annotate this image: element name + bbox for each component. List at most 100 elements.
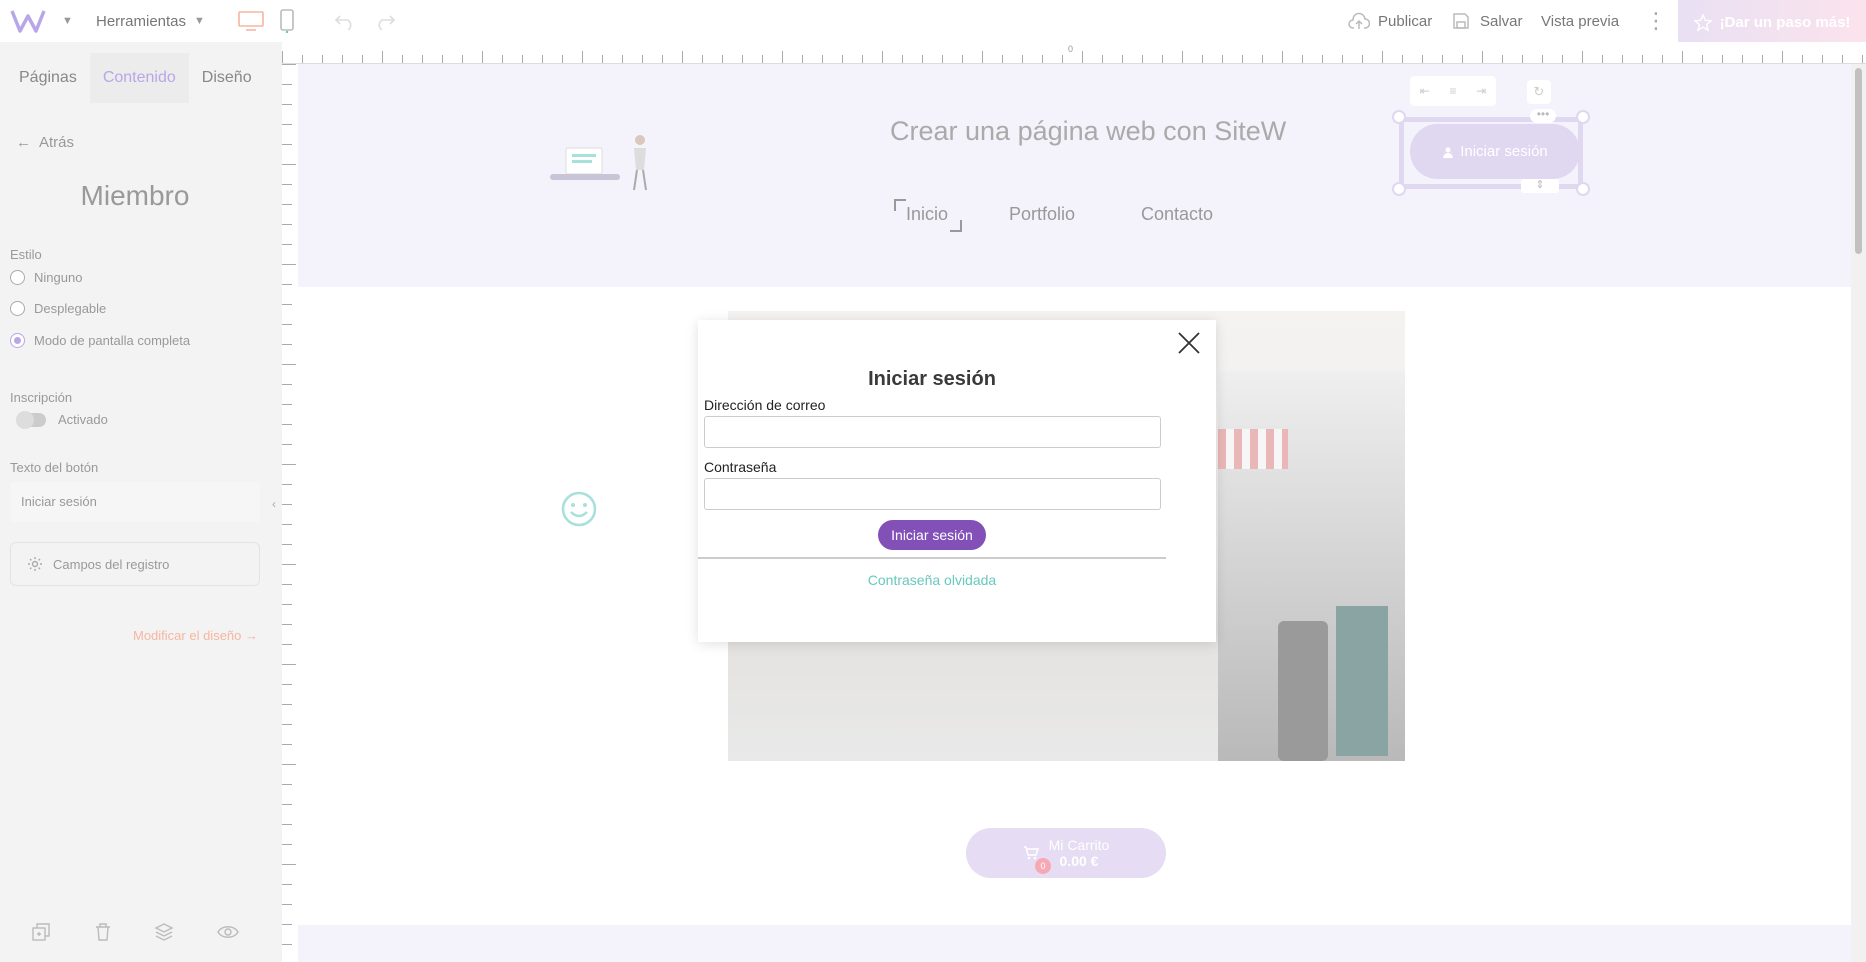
collapse-panel-icon[interactable]: ‹ (272, 497, 276, 511)
ruler-tick (1622, 55, 1623, 63)
forgot-password-link[interactable]: Contraseña olvidada (698, 572, 1166, 588)
ruler-tick (282, 844, 292, 845)
ruler-tick (282, 164, 296, 165)
ruler-tick (282, 864, 296, 865)
style-option-fullscreen[interactable]: Modo de pantalla completa (10, 333, 190, 348)
sitew-logo[interactable] (10, 8, 50, 34)
back-label: Atrás (39, 134, 75, 151)
ruler-tick (702, 55, 703, 63)
signup-toggle[interactable]: Activado (16, 410, 108, 429)
ruler-tick (302, 55, 303, 63)
ruler-tick (1362, 55, 1363, 63)
ruler-tick (282, 424, 292, 425)
register-fields-button[interactable]: Campos del registro (10, 542, 260, 586)
login-submit-button[interactable]: Iniciar sesión (878, 520, 986, 550)
ruler-tick (982, 51, 983, 63)
resize-handle[interactable] (1576, 182, 1590, 196)
delete-button[interactable] (94, 922, 112, 942)
ruler-tick (642, 55, 643, 63)
ruler-tick (282, 464, 296, 465)
modify-design-link[interactable]: Modificar el diseño → (133, 628, 258, 643)
ruler-tick (282, 364, 296, 365)
radio-icon (10, 301, 25, 316)
style-option-none[interactable]: Ninguno (10, 270, 82, 285)
ruler-tick (282, 144, 292, 145)
button-text-input[interactable]: Iniciar sesión (10, 482, 260, 522)
redo-button[interactable] (374, 0, 396, 42)
ruler-tick (282, 84, 292, 85)
duplicate-button[interactable] (31, 922, 51, 942)
desktop-icon (238, 11, 264, 31)
tab-content[interactable]: Contenido (89, 53, 189, 103)
ruler-tick (382, 51, 383, 63)
ruler-tick (1282, 51, 1283, 63)
ruler-tick (1862, 55, 1863, 63)
canvas-scrollbar[interactable] (1851, 64, 1866, 962)
style-section-label: Estilo (10, 247, 42, 262)
desktop-view-button[interactable] (238, 0, 264, 42)
reset-button[interactable]: ↻ (1527, 80, 1551, 104)
tab-design[interactable]: Diseño (189, 53, 265, 103)
password-field[interactable] (704, 478, 1161, 510)
align-right-icon[interactable]: ⇥ (1476, 84, 1486, 98)
tab-pages[interactable]: Páginas (6, 53, 90, 103)
ruler-tick (1322, 55, 1323, 63)
ruler-tick (1802, 55, 1803, 63)
top-toolbar: ▼ Herramientas ▼ Publicar Salvar Vista p… (0, 0, 1866, 45)
email-field[interactable] (704, 416, 1161, 448)
nav-item-inicio[interactable]: Inicio (906, 204, 948, 225)
save-label: Salvar (1480, 12, 1523, 30)
tools-menu[interactable]: Herramientas ▼ (96, 0, 205, 42)
align-center-icon[interactable]: ≡ (1449, 84, 1456, 98)
resize-handle[interactable] (1392, 110, 1406, 124)
ruler-tick (1402, 55, 1403, 63)
back-link[interactable]: ← Atrás (16, 134, 74, 151)
undo-icon (334, 15, 352, 30)
nav-item-portfolio[interactable]: Portfolio (1009, 204, 1075, 225)
ruler-tick (922, 55, 923, 63)
ruler-tick (1222, 55, 1223, 63)
ruler-tick (282, 824, 292, 825)
style-option-dropdown[interactable]: Desplegable (10, 301, 106, 316)
element-options-button[interactable]: ••• (1530, 108, 1556, 123)
ruler-tick (822, 55, 823, 63)
upgrade-button[interactable]: ¡Dar un paso más! (1678, 0, 1866, 45)
member-login-button[interactable]: Iniciar sesión (1410, 124, 1580, 179)
resize-handle[interactable] (1576, 110, 1590, 124)
ruler-tick (282, 904, 292, 905)
ruler-tick (282, 124, 292, 125)
ruler-tick (1382, 51, 1383, 63)
ruler-tick (282, 404, 292, 405)
ruler-tick (622, 55, 623, 63)
ruler-tick (282, 324, 292, 325)
resize-handle[interactable] (1392, 182, 1406, 196)
cart-button[interactable]: Mi Carrito 0.00 € 0 (966, 828, 1166, 878)
ruler-tick (362, 55, 363, 63)
align-left-icon[interactable]: ⇤ (1420, 84, 1430, 98)
ruler-tick (1142, 55, 1143, 63)
scrollbar-thumb[interactable] (1855, 68, 1862, 254)
ruler-tick (282, 564, 296, 565)
publish-button[interactable]: Publicar (1348, 0, 1432, 42)
more-options-button[interactable]: ⋮ (1645, 0, 1667, 42)
nav-item-contacto[interactable]: Contacto (1141, 204, 1213, 225)
ruler-tick (282, 504, 292, 505)
preview-button[interactable]: Vista previa (1541, 0, 1619, 42)
toggle-switch[interactable] (16, 410, 46, 429)
close-icon[interactable] (1176, 330, 1202, 356)
logo-menu-chevron-icon[interactable]: ▼ (54, 0, 73, 42)
ruler-tick (282, 344, 292, 345)
visibility-button[interactable] (216, 922, 239, 942)
layers-button[interactable] (154, 922, 174, 942)
mobile-view-button[interactable] (280, 0, 294, 42)
modal-divider (698, 557, 1166, 559)
register-fields-label: Campos del registro (53, 556, 170, 572)
ruler-tick (282, 51, 283, 63)
move-handle[interactable]: ⇕ (1521, 179, 1559, 193)
undo-button[interactable] (334, 0, 356, 42)
save-button[interactable]: Salvar (1452, 0, 1523, 42)
ruler-tick (1062, 55, 1063, 63)
ruler-tick (282, 284, 292, 285)
selection-corner (894, 199, 906, 211)
ruler-tick (282, 784, 292, 785)
